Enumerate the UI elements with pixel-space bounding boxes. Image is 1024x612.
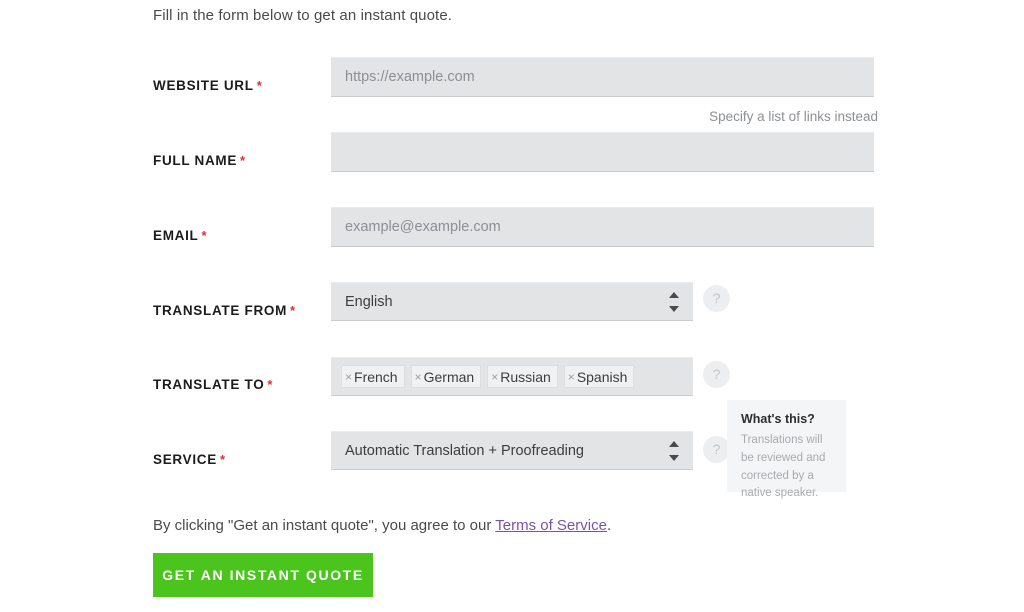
label-translate-to-text: TRANSLATE TO <box>153 377 265 392</box>
tag-label: German <box>423 368 475 385</box>
email-input[interactable] <box>331 207 874 247</box>
label-translate-from-text: TRANSLATE FROM <box>153 303 288 318</box>
tag-label: Russian <box>500 368 551 385</box>
label-website-url-text: WEBSITE URL <box>153 78 254 93</box>
full-name-input[interactable] <box>331 132 874 172</box>
label-full-name: FULL NAME * <box>153 153 246 168</box>
required-asterisk: * <box>256 78 263 93</box>
label-translate-from: TRANSLATE FROM * <box>153 303 296 318</box>
chevron-updown-icon[interactable] <box>669 440 681 462</box>
label-service-text: SERVICE <box>153 452 217 467</box>
label-service: SERVICE * <box>153 452 226 467</box>
specify-links-hint[interactable]: Specify a list of links instead <box>709 109 878 124</box>
terms-prefix: By clicking "Get an instant quote", you … <box>153 517 496 534</box>
translate-from-select[interactable]: English <box>331 282 693 321</box>
required-asterisk: * <box>219 452 226 467</box>
remove-tag-icon[interactable]: × <box>491 371 498 383</box>
label-translate-to: TRANSLATE TO * <box>153 377 273 392</box>
help-tooltip: What's this? Translations will be review… <box>727 400 846 499</box>
list-item[interactable]: × French <box>341 365 405 388</box>
remove-tag-icon[interactable]: × <box>568 371 575 383</box>
list-item[interactable]: × German <box>410 365 482 388</box>
tag-label: Spanish <box>576 368 628 385</box>
required-asterisk: * <box>240 153 246 168</box>
label-full-name-text: FULL NAME <box>153 153 238 168</box>
remove-tag-icon[interactable]: × <box>345 371 352 383</box>
required-asterisk: * <box>201 228 208 243</box>
translate-to-help-icon[interactable]: ? <box>703 361 730 388</box>
tooltip-body: Translations will be reviewed and correc… <box>741 434 826 500</box>
service-select[interactable]: Automatic Translation + Proofreading <box>331 431 693 470</box>
required-asterisk: * <box>290 303 296 318</box>
service-help-icon[interactable]: ? <box>703 436 730 463</box>
chevron-updown-icon[interactable] <box>669 291 681 313</box>
translate-from-help-icon[interactable]: ? <box>703 285 730 312</box>
terms-notice: By clicking "Get an instant quote", you … <box>153 517 611 534</box>
terms-suffix: . <box>606 517 612 534</box>
tooltip-title: What's this? <box>741 412 815 426</box>
label-email-text: EMAIL <box>153 228 199 243</box>
intro-text: Fill in the form below to get an instant… <box>153 7 453 24</box>
list-item[interactable]: × Russian <box>487 365 558 388</box>
get-instant-quote-button[interactable]: GET AN INSTANT QUOTE <box>153 553 373 597</box>
translate-to-tags-input[interactable]: × French × German × Russian × Spanish <box>331 357 693 396</box>
label-email: EMAIL * <box>153 228 207 243</box>
label-website-url: WEBSITE URL * <box>153 78 262 93</box>
service-selected-value: Automatic Translation + Proofreading <box>345 443 584 459</box>
website-url-input[interactable] <box>331 57 874 97</box>
list-item[interactable]: × Spanish <box>563 365 635 388</box>
tag-label: French <box>354 368 398 385</box>
translate-from-selected-value: English <box>345 294 393 310</box>
remove-tag-icon[interactable]: × <box>415 371 422 383</box>
required-asterisk: * <box>267 377 274 392</box>
quote-form-page: Fill in the form below to get an instant… <box>0 0 1024 612</box>
terms-of-service-link[interactable]: Terms of Service <box>495 517 607 534</box>
form-row-service: SERVICE * Automatic Translation + Proofre… <box>0 0 1024 470</box>
